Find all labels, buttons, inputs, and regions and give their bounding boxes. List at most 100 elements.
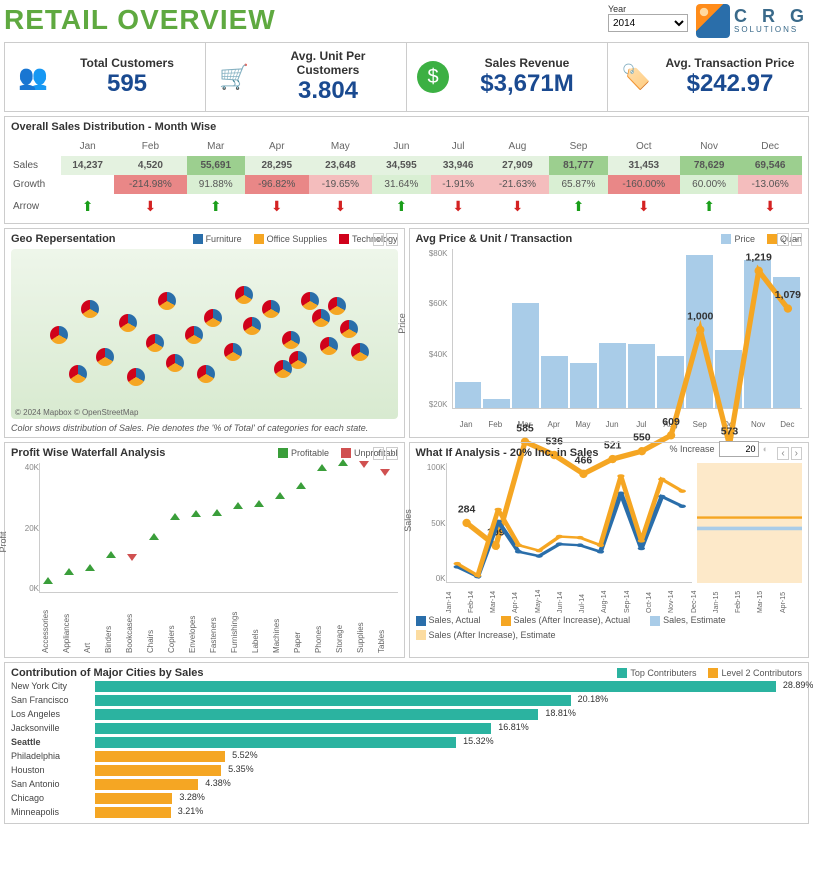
state-pie[interactable] (320, 337, 338, 355)
state-pie[interactable] (158, 292, 176, 310)
prev-button[interactable]: ‹ (373, 233, 384, 246)
waterfall-bar[interactable] (296, 489, 308, 499)
waterfall-bar[interactable] (212, 516, 224, 517)
state-pie[interactable] (69, 365, 87, 383)
waterfall-bar[interactable] (64, 575, 76, 584)
city-bar[interactable] (95, 807, 171, 818)
prev-button[interactable]: ‹ (373, 447, 384, 460)
arrow-up-icon: ⬆ (573, 198, 585, 214)
state-pie[interactable] (119, 314, 137, 332)
panel-title: Overall Sales Distribution - Month Wise (11, 121, 802, 133)
state-pie[interactable] (328, 297, 346, 315)
state-pie[interactable] (96, 348, 114, 366)
state-pie[interactable] (127, 368, 145, 386)
up-triangle-icon (64, 568, 74, 575)
arrow-cell: ⬇ (608, 194, 680, 219)
state-pie[interactable] (204, 309, 222, 327)
waterfall-bar[interactable] (43, 584, 55, 592)
price-bar[interactable] (512, 303, 539, 408)
growth-cell: 31.64% (372, 175, 430, 194)
price-bar[interactable] (715, 350, 742, 408)
state-pie[interactable] (166, 354, 184, 372)
state-pie[interactable] (301, 292, 319, 310)
state-pie[interactable] (146, 334, 164, 352)
price-bar[interactable] (599, 343, 626, 408)
down-triangle-icon (380, 469, 390, 476)
city-row: San Antonio4.38% (11, 777, 802, 791)
state-pie[interactable] (81, 300, 99, 318)
city-label: Philadelphia (11, 751, 91, 761)
pct-input[interactable] (719, 441, 759, 457)
price-bar[interactable] (570, 363, 597, 408)
map[interactable]: © 2024 Mapbox © OpenStreetMap (11, 249, 398, 419)
arrow-cell: ⬆ (372, 194, 430, 219)
next-button[interactable]: › (386, 447, 397, 460)
city-bar[interactable] (95, 751, 225, 762)
state-pie[interactable] (262, 300, 280, 318)
waterfall-bar[interactable] (191, 517, 203, 520)
arrow-up-icon: ⬆ (396, 198, 408, 214)
state-pie[interactable] (289, 351, 307, 369)
price-bar[interactable] (657, 356, 684, 408)
city-label: Seattle (11, 737, 91, 747)
price-bar[interactable] (744, 260, 771, 408)
sales-cell: 31,453 (608, 156, 680, 175)
waterfall-bar[interactable] (317, 471, 329, 489)
sales-cell: 14,237 (61, 156, 114, 175)
waterfall-bar[interactable] (149, 540, 161, 561)
next-button[interactable]: › (791, 233, 802, 246)
next-button[interactable]: › (386, 233, 397, 246)
state-pie[interactable] (224, 343, 242, 361)
city-label: San Antonio (11, 779, 91, 789)
city-bar[interactable] (95, 737, 456, 748)
price-bar[interactable] (773, 277, 800, 408)
state-pie[interactable] (340, 320, 358, 338)
state-pie[interactable] (185, 326, 203, 344)
price-bar[interactable] (541, 356, 568, 408)
waterfall-bar[interactable] (106, 558, 118, 571)
waterfall-bar[interactable] (85, 571, 97, 575)
price-bar[interactable] (483, 399, 510, 408)
state-pie[interactable] (50, 326, 68, 344)
y-axis-label: Price (397, 313, 407, 334)
waterfall-bar[interactable] (254, 507, 266, 510)
state-pie[interactable] (243, 317, 261, 335)
state-pie[interactable] (351, 343, 369, 361)
price-bar[interactable] (686, 255, 713, 408)
price-bar[interactable] (455, 382, 482, 408)
city-bar[interactable] (95, 681, 776, 692)
up-triangle-icon (275, 492, 285, 499)
waterfall-bar[interactable] (275, 499, 287, 507)
state-pie[interactable] (312, 309, 330, 327)
state-pie[interactable] (282, 331, 300, 349)
next-button[interactable]: › (791, 447, 802, 460)
prev-button[interactable]: ‹ (777, 447, 788, 460)
city-value: 18.81% (545, 708, 576, 718)
arrow-down-icon: ⬇ (452, 198, 464, 214)
state-pie[interactable] (197, 365, 215, 383)
up-triangle-icon (212, 509, 222, 516)
sales-cell: 81,777 (549, 156, 607, 175)
growth-cell: -160.00% (608, 175, 680, 194)
state-pie[interactable] (274, 360, 292, 378)
city-bar[interactable] (95, 709, 538, 720)
city-bar[interactable] (95, 779, 198, 790)
slider-icon[interactable]: ◐ (763, 444, 768, 454)
waterfall-bar[interactable] (170, 520, 182, 541)
prev-button[interactable]: ‹ (777, 233, 788, 246)
price-bar[interactable] (628, 344, 655, 408)
logo: C R G SOLUTIONS (696, 4, 809, 38)
city-value: 20.18% (578, 694, 609, 704)
year-select[interactable]: 2014 (608, 14, 688, 32)
city-bar[interactable] (95, 723, 491, 734)
waterfall-bar[interactable] (233, 509, 245, 515)
growth-cell: 65.87% (549, 175, 607, 194)
city-bar[interactable] (95, 765, 221, 776)
city-bar[interactable] (95, 793, 172, 804)
state-pie[interactable] (235, 286, 253, 304)
panel-distribution: Overall Sales Distribution - Month Wise … (4, 116, 809, 224)
city-label: New York City (11, 681, 91, 691)
waterfall-bar[interactable] (338, 466, 350, 471)
cart-icon: 🛒 (216, 59, 252, 95)
city-bar[interactable] (95, 695, 571, 706)
